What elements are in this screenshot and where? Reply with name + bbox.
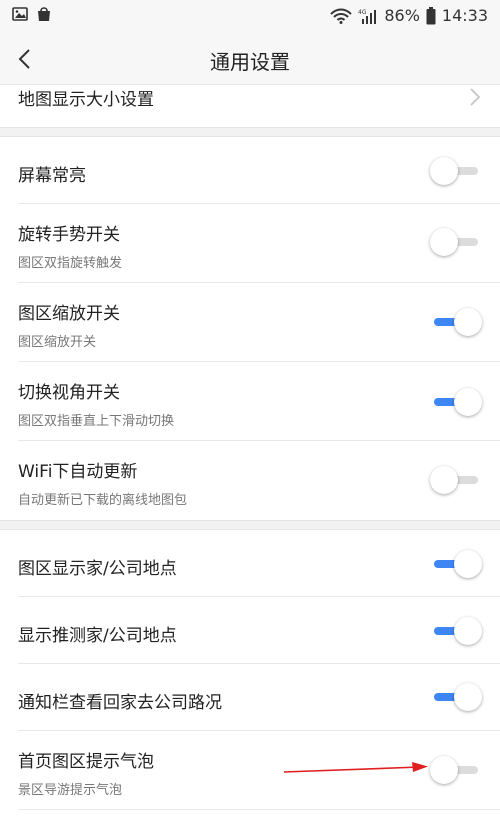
setting-row-rotate-gesture[interactable]: 旋转手势开关 图区双指旋转触发 [0, 204, 500, 282]
map-size-label: 地图显示大小设置 [18, 90, 154, 110]
setting-sub: 图区缩放开关 [18, 335, 97, 350]
setting-label: WiFi下自动更新 [18, 462, 138, 482]
battery-icon [426, 6, 436, 24]
setting-row-guess-home-company[interactable]: 显示推测家/公司地点 [0, 597, 500, 663]
setting-sub: 景区导游提示气泡 [18, 783, 123, 798]
toggle-guess-home-company[interactable] [430, 617, 482, 645]
setting-sub: 图区双指旋转触发 [18, 256, 123, 271]
shopping-bag-icon [38, 7, 50, 21]
setting-label: 图区缩放开关 [18, 304, 120, 324]
status-bar: 4G 86% 14:33 [0, 0, 500, 34]
toggle-view-angle[interactable] [430, 388, 482, 416]
status-time: 14:33 [441, 6, 488, 25]
setting-label: 旋转手势开关 [18, 225, 120, 245]
setting-row-wifi-update[interactable]: WiFi下自动更新 自动更新已下载的离线地图包 [0, 441, 500, 519]
setting-row-home-bubble[interactable]: 首页图区提示气泡 景区导游提示气泡 [0, 731, 500, 809]
image-icon [12, 7, 28, 21]
setting-row-view-angle[interactable]: 切换视角开关 图区双指垂直上下滑动切换 [0, 362, 500, 440]
setting-row-screen-on[interactable]: 屏幕常亮 [0, 137, 500, 203]
signal-4g-icon: 4G [358, 9, 377, 24]
setting-label: 切换视角开关 [18, 383, 120, 403]
page-title: 通用设置 [210, 50, 290, 74]
chevron-right-icon [470, 88, 481, 106]
toggle-wifi-update[interactable] [430, 466, 482, 494]
screen: 4G 86% 14:33 通用设置 地图显示大小设置 屏幕常亮 旋转手势开关 图… [0, 0, 500, 817]
toggle-notification-traffic[interactable] [430, 683, 482, 711]
setting-row-notification-traffic[interactable]: 通知栏查看回家去公司路况 [0, 664, 500, 730]
setting-sub: 图区双指垂直上下滑动切换 [18, 414, 175, 429]
setting-label: 显示推测家/公司地点 [18, 626, 177, 646]
toggle-home-bubble[interactable] [430, 756, 482, 784]
setting-row-zoom[interactable]: 图区缩放开关 图区缩放开关 [0, 283, 500, 361]
setting-label: 图区显示家/公司地点 [18, 559, 177, 579]
toggle-rotate-gesture[interactable] [430, 228, 482, 256]
svg-text:4G: 4G [358, 9, 367, 16]
nav-header: 通用设置 [0, 34, 500, 85]
setting-sub: 自动更新已下载的离线地图包 [18, 493, 188, 508]
section-divider [0, 520, 500, 530]
wifi-icon [330, 8, 353, 24]
battery-percent: 86% [384, 6, 420, 25]
toggle-screen-on[interactable] [430, 157, 482, 185]
row-divider [18, 809, 500, 810]
map-size-setting-row[interactable]: 地图显示大小设置 [0, 85, 500, 127]
section-divider [0, 127, 500, 137]
toggle-show-home-company[interactable] [430, 550, 482, 578]
toggle-zoom[interactable] [430, 308, 482, 336]
setting-label: 首页图区提示气泡 [18, 752, 154, 772]
setting-label: 通知栏查看回家去公司路况 [18, 693, 222, 713]
setting-row-show-home-company[interactable]: 图区显示家/公司地点 [0, 530, 500, 596]
setting-label: 屏幕常亮 [18, 166, 86, 186]
